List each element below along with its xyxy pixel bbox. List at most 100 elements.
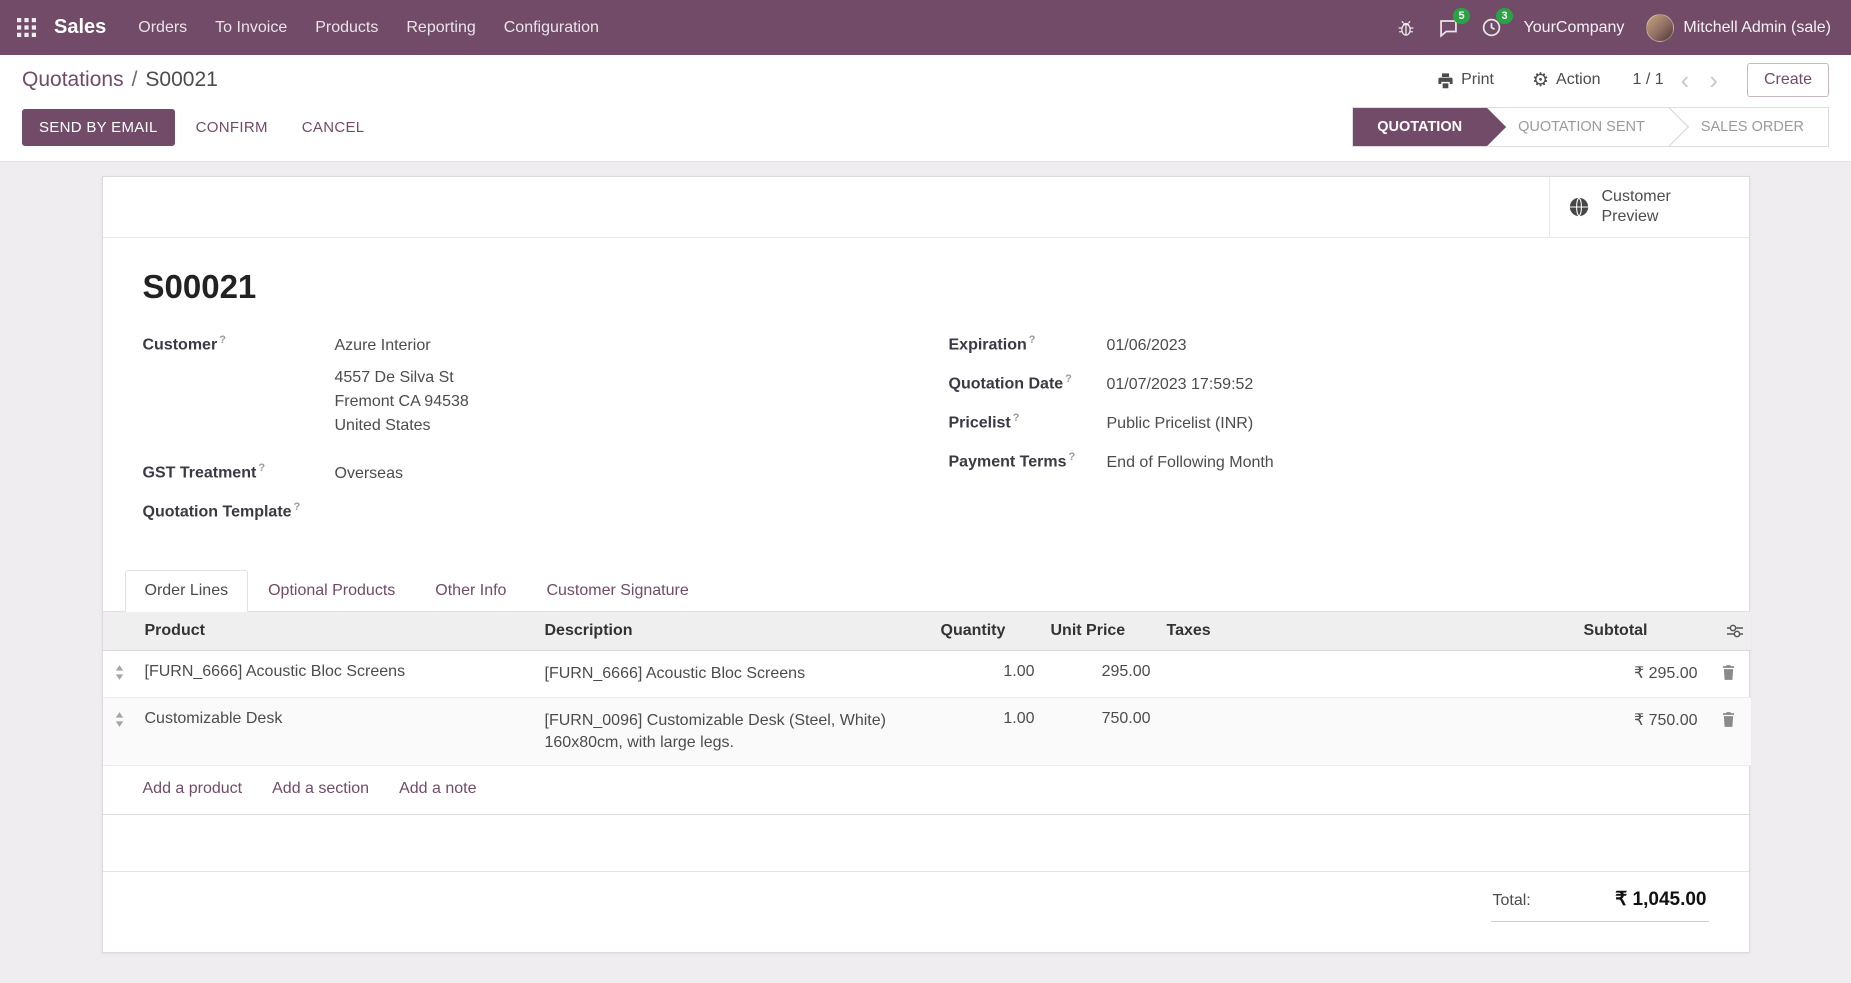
- payment-terms-label: Payment Terms?: [949, 451, 1107, 475]
- delete-line-icon[interactable]: [1706, 697, 1751, 765]
- order-line-row[interactable]: Customizable Desk [FURN_0096] Customizab…: [103, 697, 1751, 765]
- cell-subtotal: ₹ 295.00: [1576, 651, 1706, 698]
- expiration-field: Expiration? 01/06/2023: [949, 334, 1709, 358]
- app-brand[interactable]: Sales: [54, 16, 106, 39]
- quotation-date-label: Quotation Date?: [949, 373, 1107, 397]
- gst-treatment-value[interactable]: Overseas: [335, 462, 403, 486]
- print-button[interactable]: Print: [1431, 70, 1500, 90]
- cell-taxes[interactable]: [1159, 697, 1576, 765]
- delete-line-icon[interactable]: [1706, 651, 1751, 698]
- tab-customer-signature[interactable]: Customer Signature: [526, 570, 708, 612]
- customer-value[interactable]: Azure Interior 4557 De Silva St Fremont …: [335, 334, 469, 438]
- tab-order-lines[interactable]: Order Lines: [125, 570, 249, 612]
- debug-bug-icon[interactable]: [1396, 18, 1416, 38]
- quantity-column-header[interactable]: Quantity: [933, 612, 1043, 651]
- payment-terms-field: Payment Terms? End of Following Month: [949, 451, 1709, 475]
- customer-name: Azure Interior: [335, 334, 469, 358]
- statusbar-step-sales-order[interactable]: SALES ORDER: [1669, 108, 1828, 146]
- help-icon: ?: [294, 501, 301, 513]
- total-value: ₹ 1,045.00: [1615, 888, 1706, 911]
- action-menu-button[interactable]: ⚙ Action: [1526, 70, 1607, 91]
- globe-icon: [1568, 196, 1590, 218]
- pager-value: 1 / 1: [1632, 71, 1663, 89]
- cell-product[interactable]: [FURN_6666] Acoustic Bloc Screens: [137, 651, 537, 698]
- statusbar-step-quotation-sent[interactable]: QUOTATION SENT: [1486, 108, 1669, 146]
- customer-preview-button[interactable]: Customer Preview: [1549, 177, 1749, 237]
- menu-orders[interactable]: Orders: [124, 0, 201, 55]
- apps-menu-button[interactable]: [0, 0, 52, 55]
- messages-icon[interactable]: 5: [1438, 17, 1459, 38]
- create-button[interactable]: Create: [1747, 63, 1829, 97]
- help-icon: ?: [1065, 373, 1072, 385]
- user-name: Mitchell Admin (sale): [1683, 19, 1831, 37]
- customer-label: Customer?: [143, 334, 335, 438]
- sliders-icon: [1714, 624, 1743, 638]
- confirm-button[interactable]: CONFIRM: [183, 110, 281, 145]
- menu-products[interactable]: Products: [301, 0, 392, 55]
- cell-unit-price[interactable]: 295.00: [1043, 651, 1159, 698]
- main-menu: Orders To Invoice Products Reporting Con…: [124, 0, 613, 55]
- breadcrumb-current: S00021: [145, 68, 217, 91]
- handle-column-header: [103, 612, 137, 651]
- pricelist-label: Pricelist?: [949, 412, 1107, 436]
- cell-quantity[interactable]: 1.00: [933, 651, 1043, 698]
- help-icon: ?: [1068, 451, 1075, 463]
- menu-configuration[interactable]: Configuration: [490, 0, 613, 55]
- printer-icon: [1437, 72, 1454, 89]
- tab-optional-products[interactable]: Optional Products: [248, 570, 415, 612]
- unit-price-column-header[interactable]: Unit Price: [1043, 612, 1159, 651]
- add-a-product-link[interactable]: Add a product: [143, 780, 243, 798]
- statusbar-step-quotation[interactable]: QUOTATION: [1353, 108, 1486, 146]
- order-line-row[interactable]: [FURN_6666] Acoustic Bloc Screens [FURN_…: [103, 651, 1751, 698]
- help-icon: ?: [219, 334, 226, 346]
- add-a-section-link[interactable]: Add a section: [272, 780, 369, 798]
- cell-subtotal: ₹ 750.00: [1576, 697, 1706, 765]
- cell-unit-price[interactable]: 750.00: [1043, 697, 1159, 765]
- quotation-date-field: Quotation Date? 01/07/2023 17:59:52: [949, 373, 1709, 397]
- cell-product[interactable]: Customizable Desk: [137, 697, 537, 765]
- quotation-title: S00021: [143, 268, 1709, 306]
- cell-description[interactable]: [FURN_6666] Acoustic Bloc Screens: [537, 651, 933, 698]
- totals-block: Total: ₹ 1,045.00: [1491, 872, 1709, 922]
- help-icon: ?: [258, 462, 265, 474]
- pager-previous-icon[interactable]: ‹: [1678, 67, 1693, 93]
- print-label: Print: [1461, 71, 1494, 89]
- activities-clock-icon[interactable]: 3: [1481, 17, 1502, 38]
- expiration-value[interactable]: 01/06/2023: [1107, 334, 1187, 358]
- table-header-row: Product Description Quantity Unit Price …: [103, 612, 1751, 651]
- cancel-button[interactable]: CANCEL: [289, 110, 378, 145]
- menu-reporting[interactable]: Reporting: [392, 0, 489, 55]
- pager-next-icon[interactable]: ›: [1706, 67, 1721, 93]
- customer-city: Fremont CA 94538: [335, 390, 469, 414]
- description-column-header[interactable]: Description: [537, 612, 933, 651]
- drag-handle-icon[interactable]: [103, 697, 137, 765]
- help-icon: ?: [1029, 334, 1036, 346]
- menu-to-invoice[interactable]: To Invoice: [201, 0, 301, 55]
- company-switcher[interactable]: YourCompany: [1524, 19, 1625, 37]
- user-menu[interactable]: Mitchell Admin (sale): [1646, 14, 1831, 42]
- cell-description[interactable]: [FURN_0096] Customizable Desk (Steel, Wh…: [537, 697, 933, 765]
- optional-columns-toggle[interactable]: [1706, 612, 1751, 651]
- pager: 1 / 1 ‹ ›: [1632, 67, 1720, 93]
- pricelist-value[interactable]: Public Pricelist (INR): [1107, 412, 1254, 436]
- drag-handle-icon[interactable]: [103, 651, 137, 698]
- taxes-column-header[interactable]: Taxes: [1159, 612, 1576, 651]
- button-box: Customer Preview: [103, 177, 1749, 238]
- payment-terms-value[interactable]: End of Following Month: [1107, 451, 1274, 475]
- product-column-header[interactable]: Product: [137, 612, 537, 651]
- add-a-note-link[interactable]: Add a note: [399, 780, 476, 798]
- messages-badge: 5: [1453, 8, 1469, 24]
- quotation-template-value[interactable]: [335, 501, 575, 521]
- breadcrumb-separator: /: [132, 68, 138, 91]
- breadcrumb-quotations-link[interactable]: Quotations: [22, 68, 124, 91]
- tab-other-info[interactable]: Other Info: [415, 570, 526, 612]
- subtotal-column-header[interactable]: Subtotal: [1576, 612, 1706, 651]
- customer-field: Customer? Azure Interior 4557 De Silva S…: [143, 334, 903, 438]
- help-icon: ?: [1013, 412, 1020, 424]
- send-by-email-button[interactable]: SEND BY EMAIL: [22, 109, 175, 146]
- cell-taxes[interactable]: [1159, 651, 1576, 698]
- gst-treatment-field: GST Treatment? Overseas: [143, 462, 903, 486]
- quotation-date-value[interactable]: 01/07/2023 17:59:52: [1107, 373, 1254, 397]
- customer-country: United States: [335, 414, 469, 438]
- cell-quantity[interactable]: 1.00: [933, 697, 1043, 765]
